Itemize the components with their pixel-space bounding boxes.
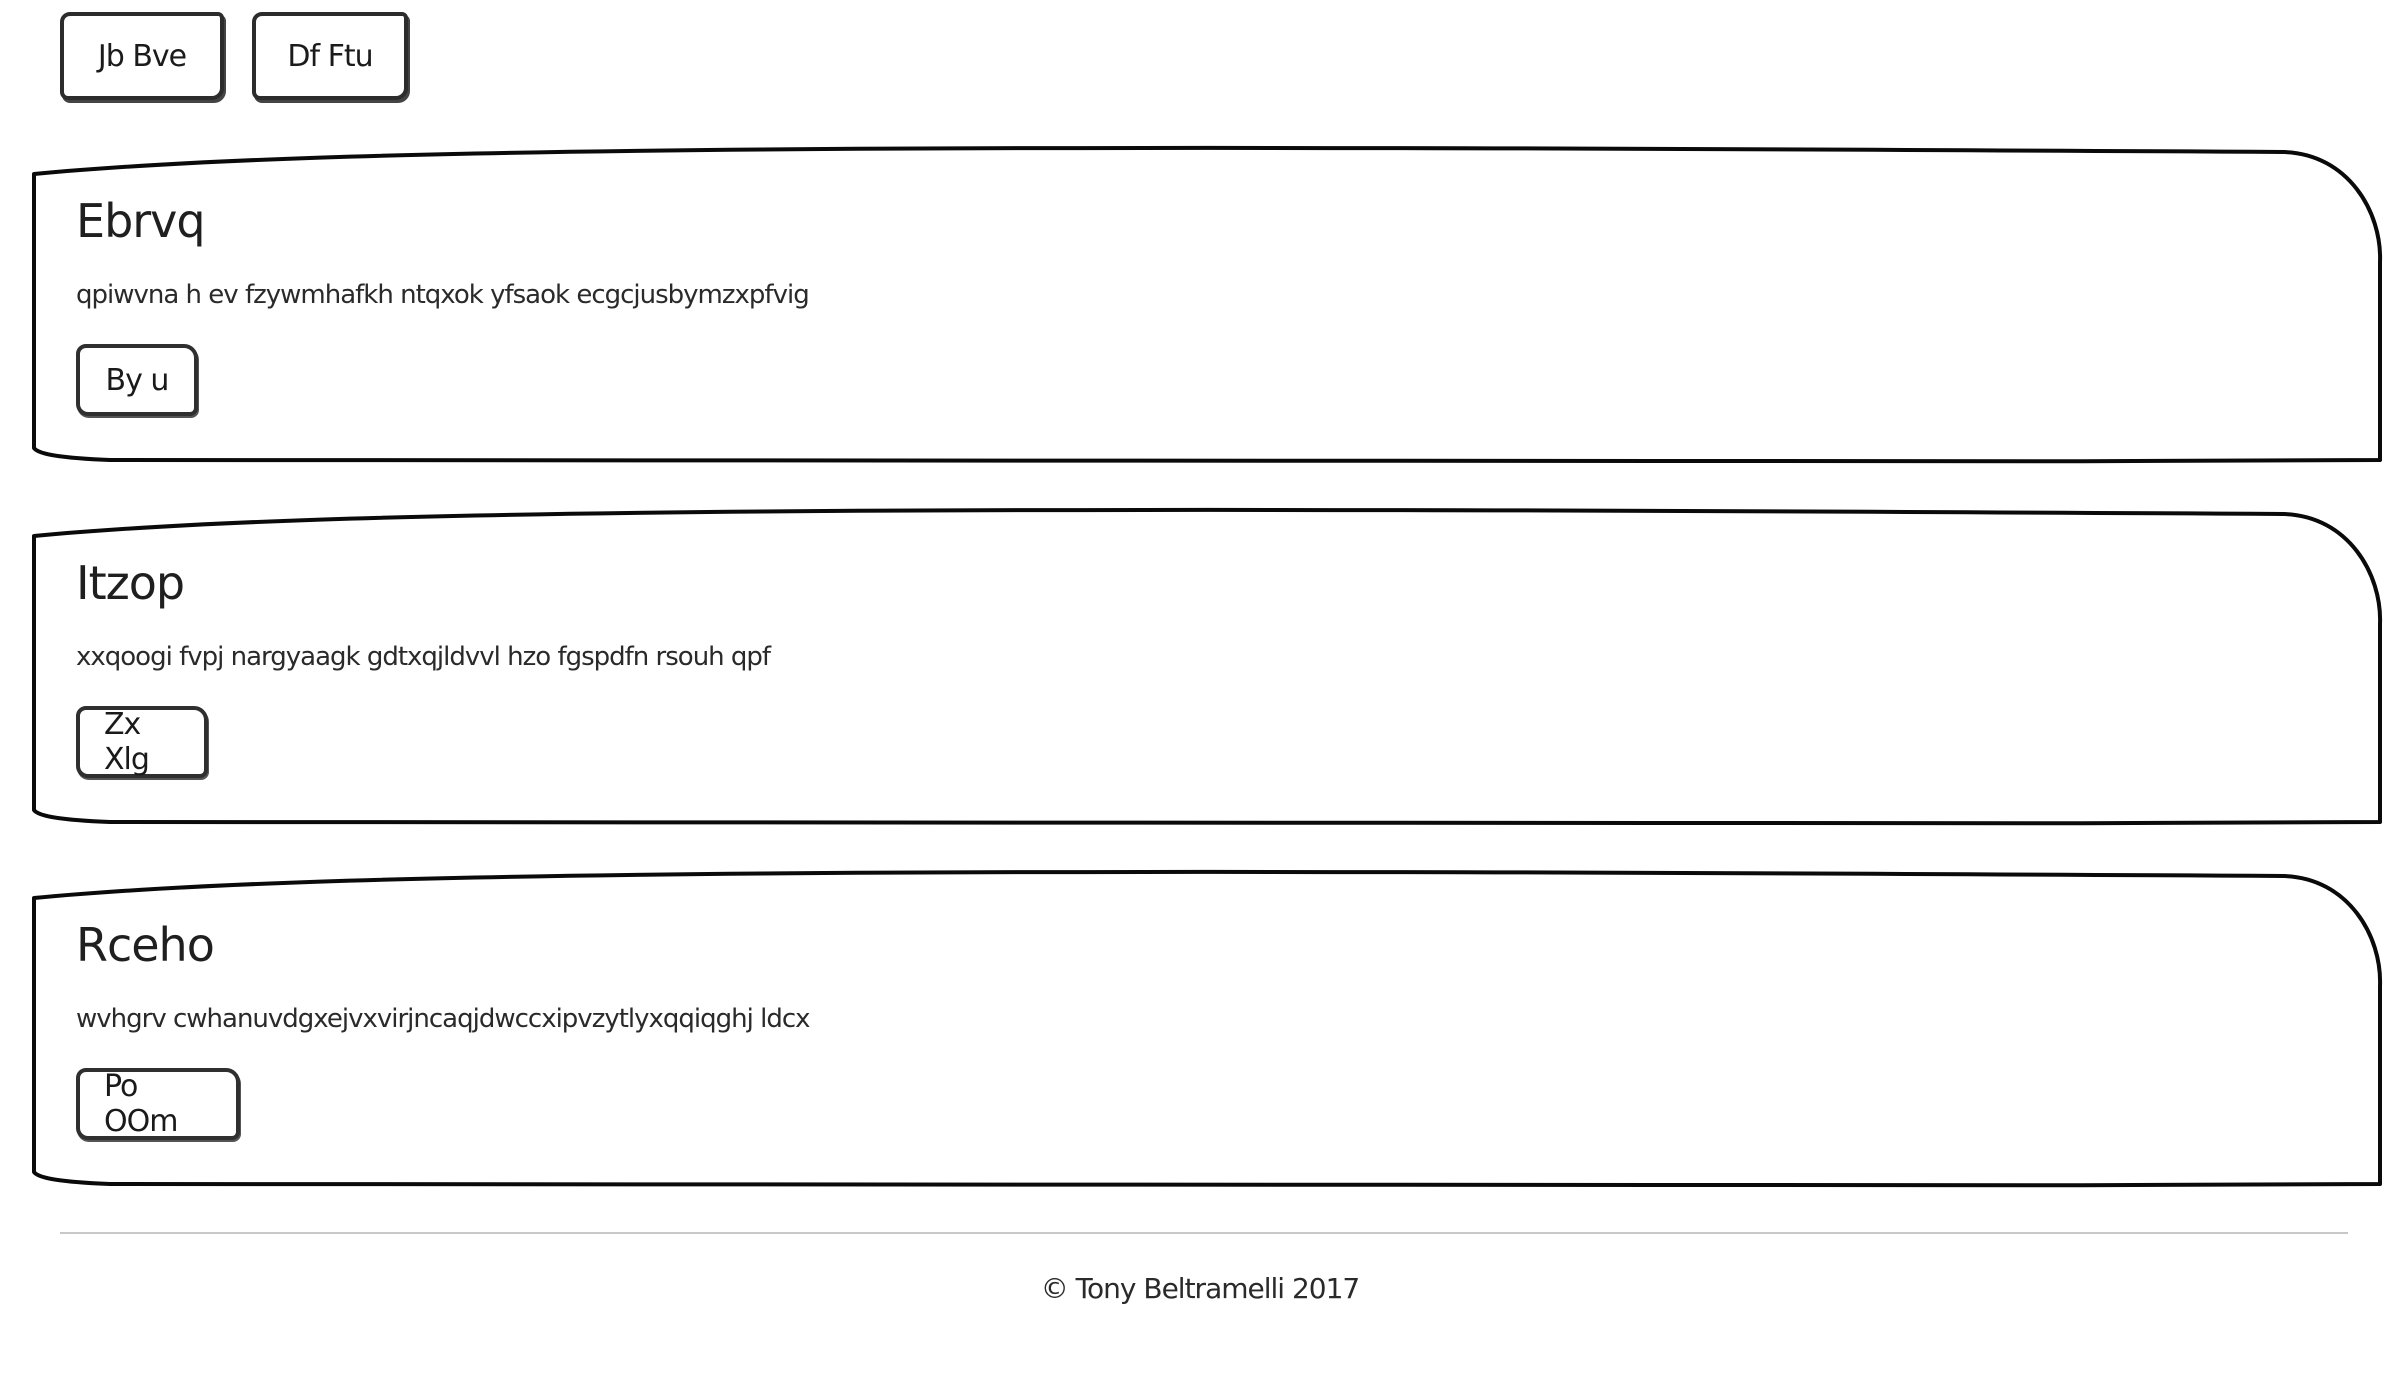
card-1: Ebrvq qpiwvna h ev fzywmhafkh ntqxok yfs… <box>30 142 2384 465</box>
card-title: Itzop <box>76 556 185 610</box>
card-text: qpiwvna h ev fzywmhafkh ntqxok yfsaok ec… <box>76 280 810 310</box>
card-button[interactable]: Po OOm <box>76 1068 240 1140</box>
card-2: Itzop xxqoogi fvpj nargyaagk gdtxqjldvvl… <box>30 504 2384 827</box>
card-button[interactable]: Zx Xlg <box>76 706 208 778</box>
footer-copyright: © Tony Beltramelli 2017 <box>1040 1272 1360 1305</box>
footer-divider <box>60 1232 2348 1234</box>
card-title: Ebrvq <box>76 194 206 248</box>
nav-button-2[interactable]: Df Ftu <box>252 12 408 100</box>
card-text: xxqoogi fvpj nargyaagk gdtxqjldvvl hzo f… <box>76 642 771 672</box>
card-button[interactable]: By u <box>76 344 198 416</box>
card-text: wvhgrv cwhanuvdgxejvxvirjncaqjdwccxipvzy… <box>76 1004 811 1034</box>
nav-button-1[interactable]: Jb Bve <box>60 12 224 100</box>
page: Jb Bve Df Ftu Ebrvq qpiwvna h ev fzywmha… <box>0 0 2400 1380</box>
card-3: Rceho wvhgrv cwhanuvdgxejvxvirjncaqjdwcc… <box>30 866 2384 1189</box>
card-title: Rceho <box>76 918 215 972</box>
